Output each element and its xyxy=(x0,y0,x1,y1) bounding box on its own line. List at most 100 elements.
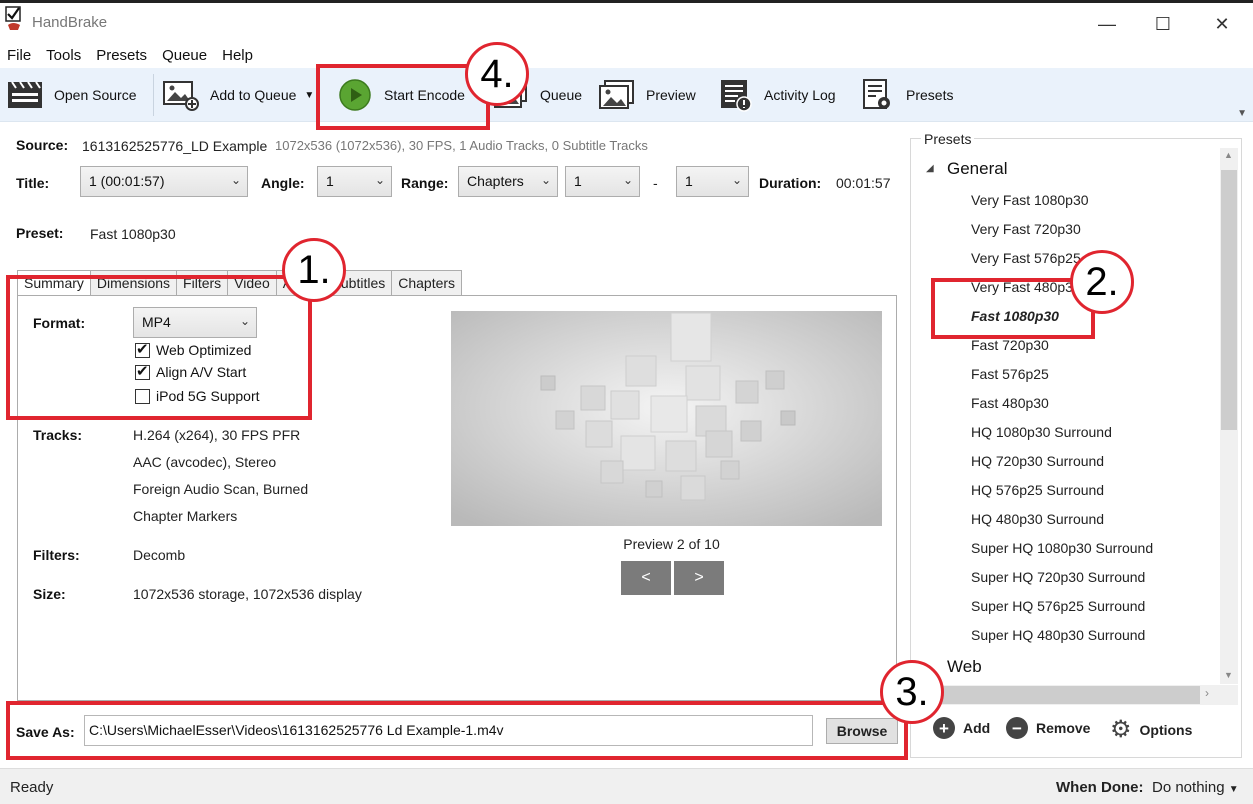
chevron-down-icon: ⌄ xyxy=(622,173,633,187)
minimize-icon: — xyxy=(1098,13,1116,34)
preview-image xyxy=(451,311,882,526)
maximize-button[interactable]: ☐ xyxy=(1140,9,1186,39)
range-start-dropdown[interactable]: 1 ⌄ xyxy=(565,166,640,197)
status-text: Ready xyxy=(10,779,54,796)
presets-horizontal-scroll-thumb[interactable] xyxy=(930,686,1200,704)
dropdown-arrow-icon: ▼ xyxy=(1228,784,1239,795)
track-audio: AAC (avcodec), Stereo xyxy=(133,454,277,470)
preset-item[interactable]: Super HQ 576p25 Surround xyxy=(971,598,1145,614)
title-label: Title: xyxy=(16,175,50,191)
when-done-dropdown[interactable]: Do nothing ▼ xyxy=(1152,779,1239,796)
range-start-value: 1 xyxy=(574,173,582,189)
preset-item[interactable]: Fast 576p25 xyxy=(971,366,1049,382)
menu-presets[interactable]: Presets xyxy=(89,44,155,68)
collapse-triangle-icon[interactable]: ◢ xyxy=(926,163,934,174)
track-subtitle: Foreign Audio Scan, Burned xyxy=(133,481,309,497)
menu-queue[interactable]: Queue xyxy=(155,44,215,68)
activity-log-button[interactable]: Activity Log xyxy=(716,76,836,114)
scroll-up-icon[interactable]: ▲ xyxy=(1224,150,1233,160)
queue-label: Queue xyxy=(540,87,583,103)
minimize-button[interactable]: — xyxy=(1084,9,1130,39)
preset-item[interactable]: Fast 720p30 xyxy=(971,337,1049,353)
activity-log-label: Activity Log xyxy=(764,87,836,103)
annotation-number: 1. xyxy=(282,238,346,302)
preset-category-web[interactable]: Web xyxy=(947,657,982,677)
menu-bar: File Tools Presets Queue Help xyxy=(0,44,1253,68)
scroll-right-icon[interactable]: › xyxy=(1205,686,1209,700)
open-source-button[interactable]: Open Source xyxy=(6,76,137,114)
angle-dropdown[interactable]: 1 ⌄ xyxy=(317,166,392,197)
preview-button[interactable]: Preview xyxy=(598,76,696,114)
close-button[interactable]: ✕ xyxy=(1199,9,1245,39)
preset-options-button[interactable]: ⚙ Options xyxy=(1110,715,1192,744)
preset-item[interactable]: HQ 720p30 Surround xyxy=(971,453,1104,469)
size-label: Size: xyxy=(33,586,66,602)
track-video: H.264 (x264), 30 FPS PFR xyxy=(133,427,301,443)
tracks-label: Tracks: xyxy=(33,427,83,443)
duration-value: 00:01:57 xyxy=(836,175,891,191)
add-to-queue-button[interactable]: Add to Queue ▼ xyxy=(162,76,314,114)
preset-item[interactable]: Fast 480p30 xyxy=(971,395,1049,411)
toolbar: Open Source Add to Queue ▼ Start Encode … xyxy=(0,68,1253,122)
preview-label: Preview xyxy=(646,87,696,103)
minus-circle-icon: − xyxy=(1006,717,1028,739)
gear-icon: ⚙ xyxy=(1110,716,1132,743)
angle-value: 1 xyxy=(326,173,334,189)
add-preset-button[interactable]: + Add xyxy=(933,717,990,739)
presets-label: Presets xyxy=(906,87,954,103)
preview-counter: Preview 2 of 10 xyxy=(623,536,720,552)
preset-item[interactable]: Very Fast 1080p30 xyxy=(971,192,1089,208)
activity-log-icon xyxy=(716,78,754,112)
chevron-down-icon: ⌄ xyxy=(374,173,385,187)
add-to-queue-label: Add to Queue xyxy=(210,87,297,103)
title-value: 1 (00:01:57) xyxy=(89,173,165,189)
preset-item[interactable]: Very Fast 576p25 xyxy=(971,250,1081,266)
presets-button[interactable]: Presets xyxy=(858,76,953,114)
preset-item[interactable]: HQ 576p25 Surround xyxy=(971,482,1104,498)
range-type-dropdown[interactable]: Chapters ⌄ xyxy=(458,166,558,197)
title-dropdown[interactable]: 1 (00:01:57) ⌄ xyxy=(80,166,248,197)
annotation-highlight-save-as xyxy=(6,701,908,760)
range-end-value: 1 xyxy=(685,173,693,189)
annotation-highlight-start-encode xyxy=(316,64,490,130)
annotation-highlight-format xyxy=(6,275,312,420)
status-bar: Ready When Done: Do nothing ▼ xyxy=(0,768,1253,804)
range-end-dropdown[interactable]: 1 ⌄ xyxy=(676,166,749,197)
remove-preset-button[interactable]: − Remove xyxy=(1006,717,1090,739)
preview-next-button[interactable]: > xyxy=(674,561,724,595)
source-name: 1613162525776_LD Example xyxy=(82,138,268,154)
duration-label: Duration: xyxy=(759,175,822,191)
add-preset-label: Add xyxy=(963,720,991,736)
annotation-number: 3. xyxy=(880,660,944,724)
menu-tools[interactable]: Tools xyxy=(39,44,89,68)
preset-item[interactable]: Very Fast 720p30 xyxy=(971,221,1081,237)
tab-chapters[interactable]: Chapters xyxy=(391,270,463,296)
filters-value: Decomb xyxy=(133,547,186,563)
preset-item[interactable]: Super HQ 480p30 Surround xyxy=(971,627,1145,643)
maximize-icon: ☐ xyxy=(1154,13,1172,34)
plus-circle-icon: + xyxy=(933,717,955,739)
toolbar-overflow-icon[interactable]: ▼ xyxy=(1237,108,1247,119)
chevron-down-icon: ⌄ xyxy=(540,173,551,187)
preset-options-label: Options xyxy=(1139,721,1193,738)
source-info: 1072x536 (1072x536), 30 FPS, 1 Audio Tra… xyxy=(275,138,648,153)
scroll-down-icon[interactable]: ▼ xyxy=(1224,670,1233,680)
remove-preset-label: Remove xyxy=(1036,720,1091,736)
add-to-queue-icon xyxy=(162,78,200,112)
preset-category-general[interactable]: General xyxy=(947,159,1007,179)
title-bar: HandBrake — ☐ ✕ xyxy=(0,0,1253,44)
dropdown-arrow-icon[interactable]: ▼ xyxy=(304,90,314,101)
menu-file[interactable]: File xyxy=(0,44,39,68)
preset-value: Fast 1080p30 xyxy=(90,226,176,242)
preset-item[interactable]: Super HQ 720p30 Surround xyxy=(971,569,1145,585)
preset-item[interactable]: HQ 480p30 Surround xyxy=(971,511,1104,527)
presets-vertical-scroll-thumb[interactable] xyxy=(1221,170,1237,430)
size-value: 1072x536 storage, 1072x536 display xyxy=(133,586,362,602)
when-done-label: When Done: xyxy=(1056,779,1144,796)
preview-prev-button[interactable]: < xyxy=(621,561,671,595)
preset-item[interactable]: Super HQ 1080p30 Surround xyxy=(971,540,1153,556)
chevron-down-icon: ⌄ xyxy=(731,173,742,187)
menu-help[interactable]: Help xyxy=(215,44,261,68)
preset-item[interactable]: HQ 1080p30 Surround xyxy=(971,424,1112,440)
clapperboard-icon xyxy=(6,78,44,112)
